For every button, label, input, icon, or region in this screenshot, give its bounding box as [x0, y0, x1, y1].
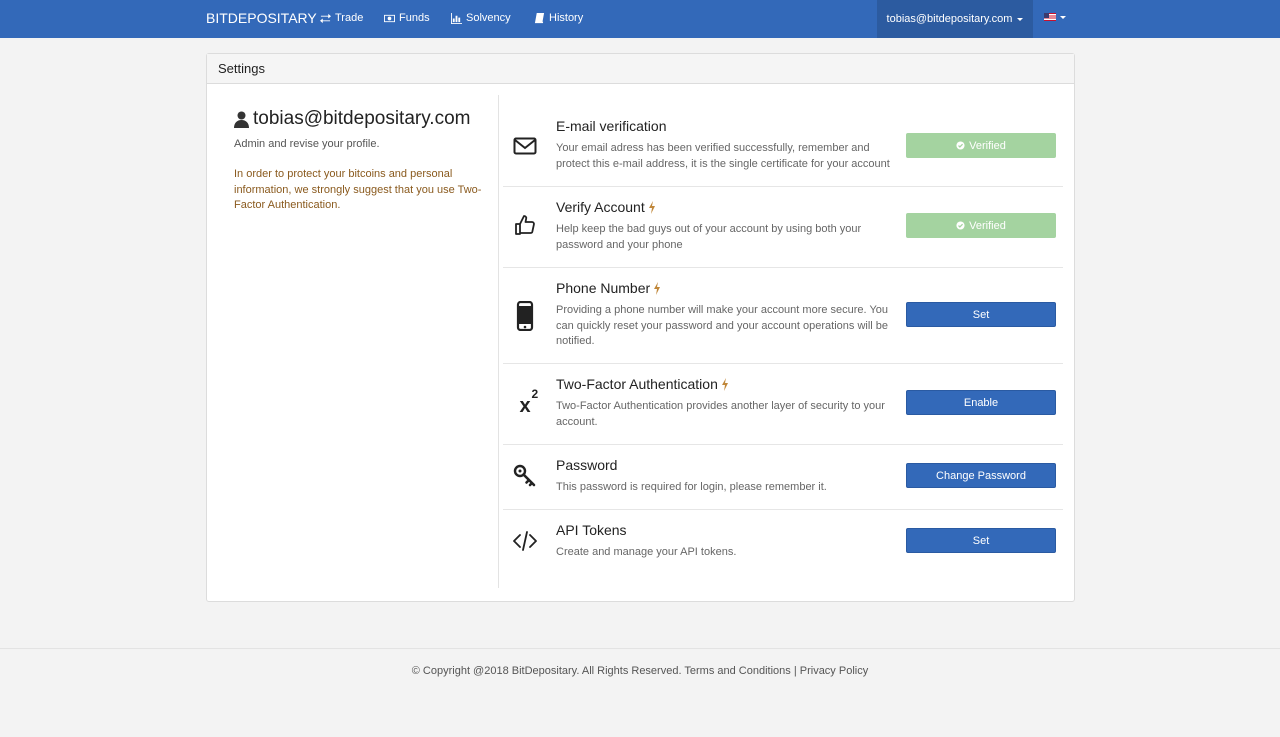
check-circle-icon — [956, 141, 965, 150]
us-flag-icon — [1044, 13, 1056, 21]
footer-text: © Copyright @2018 BitDepositary. All Rig… — [0, 665, 1280, 677]
nav-trade-label: Trade — [335, 12, 364, 24]
footer: © Copyright @2018 BitDepositary. All Rig… — [0, 648, 1280, 737]
set-api-tokens-button[interactable]: Set — [906, 528, 1056, 553]
bolt-icon — [721, 377, 728, 391]
enable-two-factor-button[interactable]: Enable — [906, 390, 1056, 415]
top-navbar: BITDEPOSITARY Trade Funds Solvency Histo… — [0, 0, 1280, 38]
profile-subtitle: Admin and revise your profile. — [234, 138, 380, 150]
setting-title: Two-Factor Authentication — [556, 376, 729, 392]
envelope-icon — [513, 134, 537, 158]
bolt-icon — [654, 281, 661, 295]
profile-heading: tobias@bitdepositary.com — [234, 108, 470, 130]
account-dropdown[interactable]: tobias@bitdepositary.com — [877, 0, 1033, 38]
panel-title: Settings — [207, 54, 1074, 84]
setting-row-api-tokens: API Tokens Create and manage your API to… — [503, 510, 1063, 575]
superscript-icon: x2 — [519, 387, 539, 417]
money-icon — [384, 14, 395, 22]
code-icon — [513, 529, 537, 553]
book-icon — [534, 12, 545, 23]
bolt-icon — [648, 200, 655, 214]
profile-email: tobias@bitdepositary.com — [253, 108, 471, 129]
language-dropdown[interactable] — [1044, 13, 1066, 21]
nav-funds[interactable]: Funds — [384, 12, 430, 24]
setting-row-email: E-mail verification Your email adress ha… — [503, 107, 1063, 187]
setting-row-phone: Phone Number Providing a phone number wi… — [503, 268, 1063, 364]
account-email: tobias@bitdepositary.com — [886, 13, 1013, 25]
nav-solvency-label: Solvency — [466, 12, 511, 24]
setting-description: Providing a phone number will make your … — [556, 304, 889, 347]
setting-description: This password is required for login, ple… — [556, 481, 827, 493]
user-icon — [234, 111, 249, 128]
column-divider — [498, 95, 499, 588]
privacy-link[interactable]: Privacy Policy — [800, 665, 868, 677]
email-verified-button[interactable]: Verified — [906, 133, 1056, 158]
check-circle-icon — [956, 221, 965, 230]
chevron-down-icon — [1017, 17, 1024, 21]
setting-row-verify-account: Verify Account Help keep the bad guys ou… — [503, 187, 1063, 268]
set-phone-button[interactable]: Set — [906, 302, 1056, 327]
chevron-down-icon — [1060, 15, 1066, 19]
setting-row-password: Password This password is required for l… — [503, 445, 1063, 510]
setting-row-two-factor: x2 Two-Factor Authentication Two-Factor … — [503, 364, 1063, 445]
terms-link[interactable]: Terms and Conditions — [684, 665, 790, 677]
nav-solvency[interactable]: Solvency — [451, 12, 511, 24]
nav-funds-label: Funds — [399, 12, 430, 24]
mobile-phone-icon — [513, 301, 537, 331]
nav-history[interactable]: History — [534, 12, 583, 24]
change-password-button[interactable]: Change Password — [906, 463, 1056, 488]
settings-panel: Settings tobias@bitdepositary.com Admin … — [206, 53, 1075, 602]
setting-description: Two-Factor Authentication provides anoth… — [556, 400, 885, 428]
setting-title: Phone Number — [556, 280, 661, 296]
key-icon — [513, 464, 537, 488]
setting-title: E-mail verification — [556, 118, 667, 134]
setting-description: Create and manage your API tokens. — [556, 546, 737, 558]
account-verified-button[interactable]: Verified — [906, 213, 1056, 238]
thumbs-up-icon — [513, 213, 537, 237]
chart-icon — [451, 12, 462, 24]
nav-trade[interactable]: Trade — [320, 12, 363, 24]
security-warning: In order to protect your bitcoins and pe… — [234, 168, 482, 211]
setting-title: Password — [556, 457, 618, 473]
nav-history-label: History — [549, 12, 584, 24]
setting-description: Help keep the bad guys out of your accou… — [556, 223, 862, 251]
footer-separator: | — [793, 665, 797, 677]
setting-description: Your email adress has been verified succ… — [556, 142, 890, 170]
copyright-text: © Copyright @2018 BitDepositary. All Rig… — [411, 665, 682, 677]
setting-title: API Tokens — [556, 522, 627, 538]
transfer-icon — [320, 13, 331, 23]
setting-title: Verify Account — [556, 199, 656, 215]
brand-logo[interactable]: BITDEPOSITARY — [206, 10, 317, 26]
